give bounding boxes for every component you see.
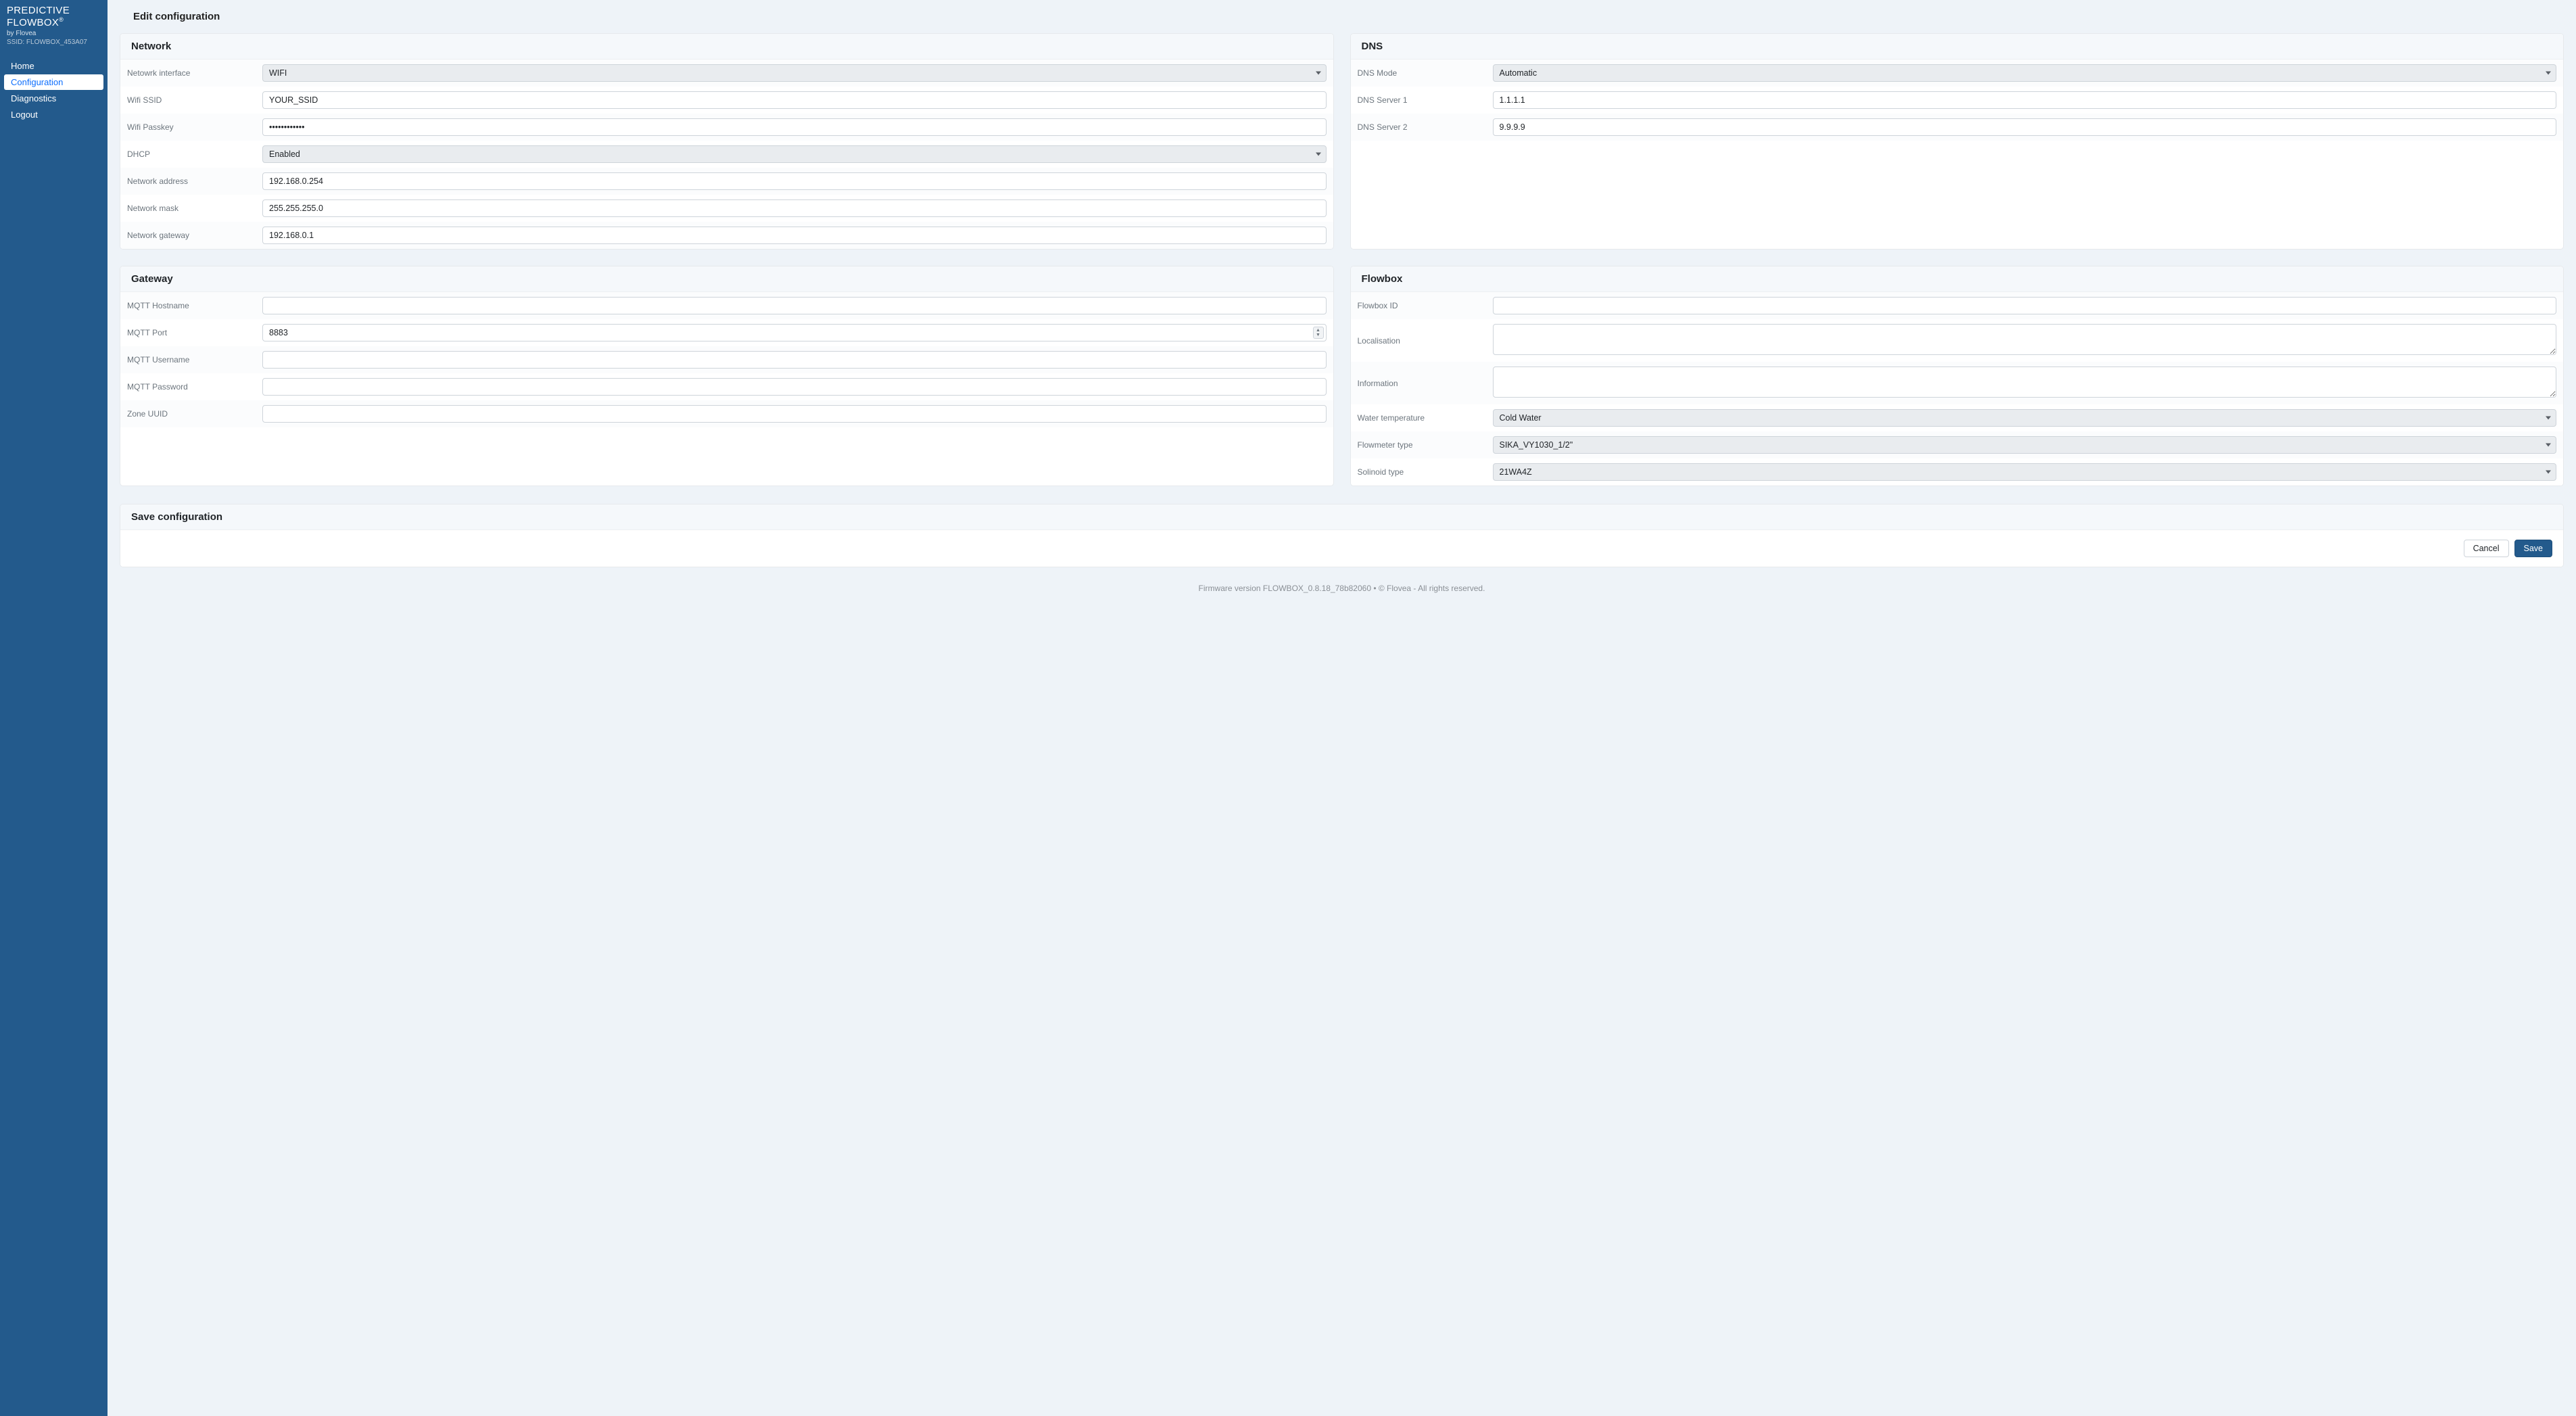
gateway-card-header: Gateway: [120, 266, 1333, 292]
dhcp-label: DHCP: [127, 149, 262, 159]
flowbox-id-input[interactable]: [1493, 297, 2557, 314]
wifi-ssid-input[interactable]: [262, 91, 1327, 109]
flowmeter-label: Flowmeter type: [1358, 440, 1493, 450]
sidebar-item-configuration[interactable]: Configuration: [4, 74, 103, 90]
water-temp-value: Cold Water: [1493, 409, 2557, 427]
network-card: Network Netowrk interface WIFI Wifi SSID: [120, 33, 1334, 250]
wifi-passkey-label: Wifi Passkey: [127, 122, 262, 132]
dns-mode-label: DNS Mode: [1358, 68, 1493, 78]
network-mask-input[interactable]: [262, 199, 1327, 217]
network-address-input[interactable]: [262, 172, 1327, 190]
dns-server1-input[interactable]: [1493, 91, 2557, 109]
brand-block: PREDICTIVE FLOWBOX® by Flovea SSID: FLOW…: [0, 5, 108, 49]
localisation-input[interactable]: [1493, 324, 2557, 355]
page-title: Edit configuration: [120, 7, 2564, 33]
network-gateway-input[interactable]: [262, 227, 1327, 244]
mqtt-port-label: MQTT Port: [127, 328, 262, 337]
dhcp-select[interactable]: Enabled: [262, 145, 1327, 163]
save-button[interactable]: Save: [2514, 540, 2553, 557]
save-card: Save configuration Cancel Save: [120, 504, 2564, 567]
dns-server2-input[interactable]: [1493, 118, 2557, 136]
sidebar-item-logout[interactable]: Logout: [4, 107, 103, 122]
network-interface-value: WIFI: [262, 64, 1327, 82]
solenoid-select[interactable]: 21WA4Z: [1493, 463, 2557, 481]
brand-byline: by Flovea: [7, 30, 101, 37]
network-gateway-label: Network gateway: [127, 231, 262, 240]
flowbox-id-label: Flowbox ID: [1358, 301, 1493, 310]
zone-uuid-label: Zone UUID: [127, 409, 262, 419]
stepper-icon[interactable]: ▲▼: [1313, 327, 1324, 339]
network-interface-label: Netowrk interface: [127, 68, 262, 78]
wifi-ssid-label: Wifi SSID: [127, 95, 262, 105]
brand-ssid: SSID: FLOWBOX_453A07: [7, 39, 101, 46]
solenoid-label: Solinoid type: [1358, 467, 1493, 477]
network-mask-label: Network mask: [127, 204, 262, 213]
sidebar-item-home[interactable]: Home: [4, 58, 103, 74]
water-temp-label: Water temperature: [1358, 413, 1493, 423]
flowbox-card: Flowbox Flowbox ID Localisation Informat…: [1350, 266, 2565, 486]
solenoid-value: 21WA4Z: [1493, 463, 2557, 481]
water-temp-select[interactable]: Cold Water: [1493, 409, 2557, 427]
information-input[interactable]: [1493, 367, 2557, 398]
dns-mode-value: Automatic: [1493, 64, 2557, 82]
dns-server2-label: DNS Server 2: [1358, 122, 1493, 132]
registered-icon: ®: [59, 16, 64, 23]
mqtt-host-input[interactable]: [262, 297, 1327, 314]
wifi-passkey-input[interactable]: [262, 118, 1327, 136]
flowmeter-value: SIKA_VY1030_1/2": [1493, 436, 2557, 454]
dns-card-header: DNS: [1351, 34, 2564, 60]
footer-text: Firmware version FLOWBOX_0.8.18_78b82060…: [120, 567, 2564, 600]
localisation-label: Localisation: [1358, 336, 1493, 346]
brand-title-line2: FLOWBOX: [7, 17, 59, 28]
config-grid: Network Netowrk interface WIFI Wifi SSID: [120, 33, 2564, 486]
flowbox-card-header: Flowbox: [1351, 266, 2564, 292]
cancel-button[interactable]: Cancel: [2464, 540, 2509, 557]
sidebar: PREDICTIVE FLOWBOX® by Flovea SSID: FLOW…: [0, 0, 108, 1416]
gateway-card: Gateway MQTT Hostname MQTT Port ▲▼: [120, 266, 1334, 486]
mqtt-user-input[interactable]: [262, 351, 1327, 369]
network-address-label: Network address: [127, 176, 262, 186]
network-card-header: Network: [120, 34, 1333, 60]
save-card-header: Save configuration: [120, 504, 2563, 530]
dhcp-value: Enabled: [262, 145, 1327, 163]
dns-mode-select[interactable]: Automatic: [1493, 64, 2557, 82]
mqtt-user-label: MQTT Username: [127, 355, 262, 364]
sidebar-item-diagnostics[interactable]: Diagnostics: [4, 91, 103, 106]
sidebar-nav: Home Configuration Diagnostics Logout: [0, 58, 108, 122]
mqtt-pass-input[interactable]: [262, 378, 1327, 396]
zone-uuid-input[interactable]: [262, 405, 1327, 423]
brand-title: PREDICTIVE FLOWBOX®: [7, 5, 101, 28]
brand-title-line1: PREDICTIVE: [7, 5, 70, 16]
main-content: Edit configuration Network Netowrk inter…: [108, 0, 2576, 1416]
mqtt-pass-label: MQTT Password: [127, 382, 262, 392]
dns-server1-label: DNS Server 1: [1358, 95, 1493, 105]
mqtt-host-label: MQTT Hostname: [127, 301, 262, 310]
dns-card: DNS DNS Mode Automatic DNS Server 1: [1350, 33, 2565, 250]
mqtt-port-input[interactable]: [262, 324, 1327, 341]
flowmeter-select[interactable]: SIKA_VY1030_1/2": [1493, 436, 2557, 454]
network-interface-select[interactable]: WIFI: [262, 64, 1327, 82]
information-label: Information: [1358, 379, 1493, 388]
